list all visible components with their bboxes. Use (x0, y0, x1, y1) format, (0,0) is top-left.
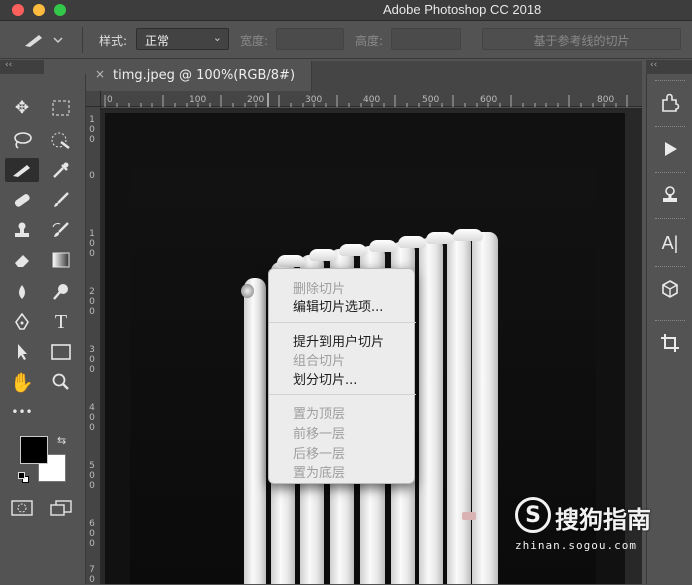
ruler-label: 600 (480, 95, 498, 105)
vertical-ruler[interactable]: 1 0 0 0 1 0 0 2 0 0 3 0 0 4 0 0 5 0 0 6 … (86, 107, 101, 585)
menu-item-send-backward[interactable]: 后移一层 (293, 443, 345, 462)
close-tab-icon[interactable]: × (95, 67, 105, 81)
width-field[interactable] (276, 28, 344, 50)
document-tab-title: timg.jpeg @ 100%(RGB/8#) (113, 68, 296, 83)
dock-collapse-button[interactable]: ‹‹ (646, 60, 692, 74)
pen-icon[interactable] (5, 310, 39, 334)
path-select-icon[interactable] (5, 340, 39, 364)
ruler-label: 300 (305, 95, 323, 105)
style-label: 样式: (99, 34, 128, 48)
dodge-icon[interactable] (44, 280, 78, 304)
style-select[interactable]: 正常 ⌄ (136, 28, 229, 50)
ruler-label: 500 (422, 95, 440, 105)
slice-icon[interactable] (5, 158, 39, 182)
style-select-value: 正常 (145, 34, 170, 48)
play-icon[interactable] (647, 134, 692, 164)
dock-grip[interactable] (655, 218, 685, 221)
ruler-label: 1 0 0 (89, 229, 95, 259)
puzzle-icon[interactable] (647, 88, 692, 118)
slice-context-menu: 删除切片 编辑切片选项... 提升到用户切片 组合切片 划分切片... 置为顶层… (268, 268, 416, 484)
3d-icon[interactable] (647, 274, 692, 304)
lasso-icon[interactable] (5, 128, 39, 152)
menu-item-edit-slice-options[interactable]: 编辑切片选项... (293, 296, 383, 315)
quick-mask-icon[interactable] (5, 496, 39, 520)
history-brush-icon[interactable] (44, 218, 78, 242)
ruler-origin[interactable] (86, 91, 101, 107)
document-tab[interactable]: × timg.jpeg @ 100%(RGB/8#) (86, 61, 312, 91)
close-window-button[interactable] (12, 4, 24, 16)
menu-item-combine-slices[interactable]: 组合切片 (293, 350, 345, 369)
ruler-label: 100 (189, 95, 207, 105)
crop-icon[interactable] (647, 328, 692, 358)
menu-item-promote-to-user-slice[interactable]: 提升到用户切片 (293, 331, 384, 350)
horizontal-ruler[interactable]: 0 100 200 300 400 500 600 800 (101, 91, 642, 107)
menu-item-send-to-back[interactable]: 置为底层 (293, 462, 345, 481)
menu-item-delete-slice[interactable]: 删除切片 (293, 278, 345, 297)
dock-grip[interactable] (655, 126, 685, 129)
ruler-label: 4 0 0 (89, 403, 95, 433)
slices-from-guides-button[interactable]: 基于参考线的切片 (482, 28, 681, 50)
options-bar: 样式: 正常 ⌄ 宽度: 高度: 基于参考线的切片 (0, 21, 692, 59)
blur-icon[interactable] (5, 280, 39, 304)
chevron-down-icon: ⌄ (212, 31, 222, 44)
swap-colors-icon[interactable]: ⇆ (57, 434, 66, 447)
more-tools-icon[interactable]: ••• (5, 400, 39, 424)
stamp-icon[interactable] (5, 218, 39, 242)
dock-grip[interactable] (655, 80, 685, 83)
sogou-logo-icon: S (515, 497, 551, 533)
dock-grip[interactable] (655, 266, 685, 269)
hand-icon[interactable]: ✋ (5, 370, 39, 394)
gradient-icon[interactable] (44, 248, 78, 272)
move-icon[interactable]: ✥ (5, 96, 39, 120)
sogou-watermark: S 搜狗指南 zhinan.sogou.com (515, 497, 685, 552)
type-icon[interactable]: T (44, 310, 78, 334)
menu-item-bring-to-front[interactable]: 置为顶层 (293, 403, 345, 422)
ruler-label: 0 (89, 171, 95, 181)
zoom-icon[interactable] (44, 370, 78, 394)
menu-item-divide-slice[interactable]: 划分切片... (293, 369, 357, 388)
ruler-label: 1 0 0 (89, 115, 95, 145)
tool-preset-picker[interactable] (20, 30, 70, 50)
shape-icon[interactable] (44, 340, 78, 364)
height-field[interactable] (391, 28, 461, 50)
ruler-label: 6 0 0 (89, 519, 95, 549)
eraser-icon[interactable] (5, 248, 39, 272)
options-divider (82, 27, 83, 53)
height-label: 高度: (355, 34, 384, 48)
quick-select-icon[interactable] (44, 128, 78, 152)
slice-tool-icon (25, 35, 63, 47)
eyedropper-icon[interactable] (44, 158, 78, 182)
dock-grip[interactable] (655, 172, 685, 175)
stamp-panel-icon[interactable] (647, 180, 692, 210)
ruler-label: 7 0 (89, 565, 95, 585)
document-tab-bar: × timg.jpeg @ 100%(RGB/8#) (86, 61, 642, 91)
ruler-label: 5 0 0 (89, 461, 95, 491)
menu-separator (269, 394, 416, 395)
ruler-label: 2 0 0 (89, 287, 95, 317)
foreground-color-swatch[interactable] (20, 436, 48, 464)
app-title: Adobe Photoshop CC 2018 (383, 2, 542, 17)
marquee-icon[interactable] (44, 96, 78, 120)
minimize-window-button[interactable] (33, 4, 45, 16)
watermark-brand: 搜狗指南 (555, 506, 651, 534)
menu-item-bring-forward[interactable]: 前移一层 (293, 423, 345, 442)
title-bar: Adobe Photoshop CC 2018 (0, 0, 692, 21)
ruler-label: 200 (247, 95, 265, 105)
ruler-label: 0 (107, 95, 113, 105)
menu-separator (269, 322, 416, 323)
ruler-label: 3 0 0 (89, 345, 95, 375)
character-icon[interactable]: A| (647, 228, 692, 258)
screen-mode-icon[interactable] (44, 496, 78, 520)
ruler-label: 400 (363, 95, 381, 105)
zoom-window-button[interactable] (54, 4, 66, 16)
default-colors-icon[interactable] (18, 472, 30, 484)
healing-icon[interactable] (5, 188, 39, 212)
dock-grip[interactable] (655, 320, 685, 323)
toolbar-collapse-button[interactable]: ‹‹ (0, 60, 44, 74)
brush-icon[interactable] (44, 188, 78, 212)
tools-panel: ✥ T ✋ ••• ⇆ (0, 74, 86, 584)
ruler-label: 800 (597, 95, 615, 105)
width-label: 宽度: (240, 34, 269, 48)
watermark-url: zhinan.sogou.com (515, 539, 637, 552)
